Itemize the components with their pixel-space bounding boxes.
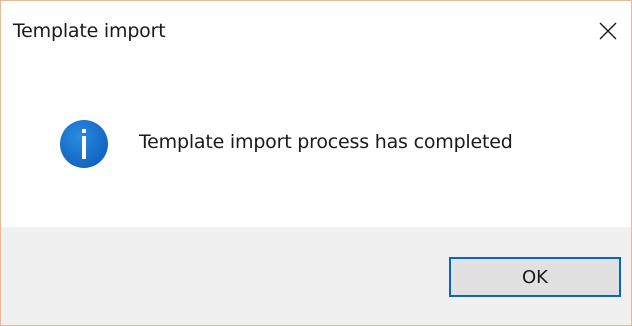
close-button[interactable] <box>585 1 631 61</box>
info-icon <box>60 120 108 168</box>
ok-button-label: OK <box>522 266 548 288</box>
window-title: Template import <box>13 20 166 42</box>
message-text: Template import process has completed <box>139 131 513 153</box>
title-bar: Template import <box>1 1 631 61</box>
dialog-content: Template import process has completed <box>1 61 631 227</box>
button-area: OK <box>1 227 631 325</box>
close-icon <box>599 22 617 40</box>
message-dialog: Template import Template import process … <box>0 0 632 326</box>
ok-button[interactable]: OK <box>449 257 621 297</box>
